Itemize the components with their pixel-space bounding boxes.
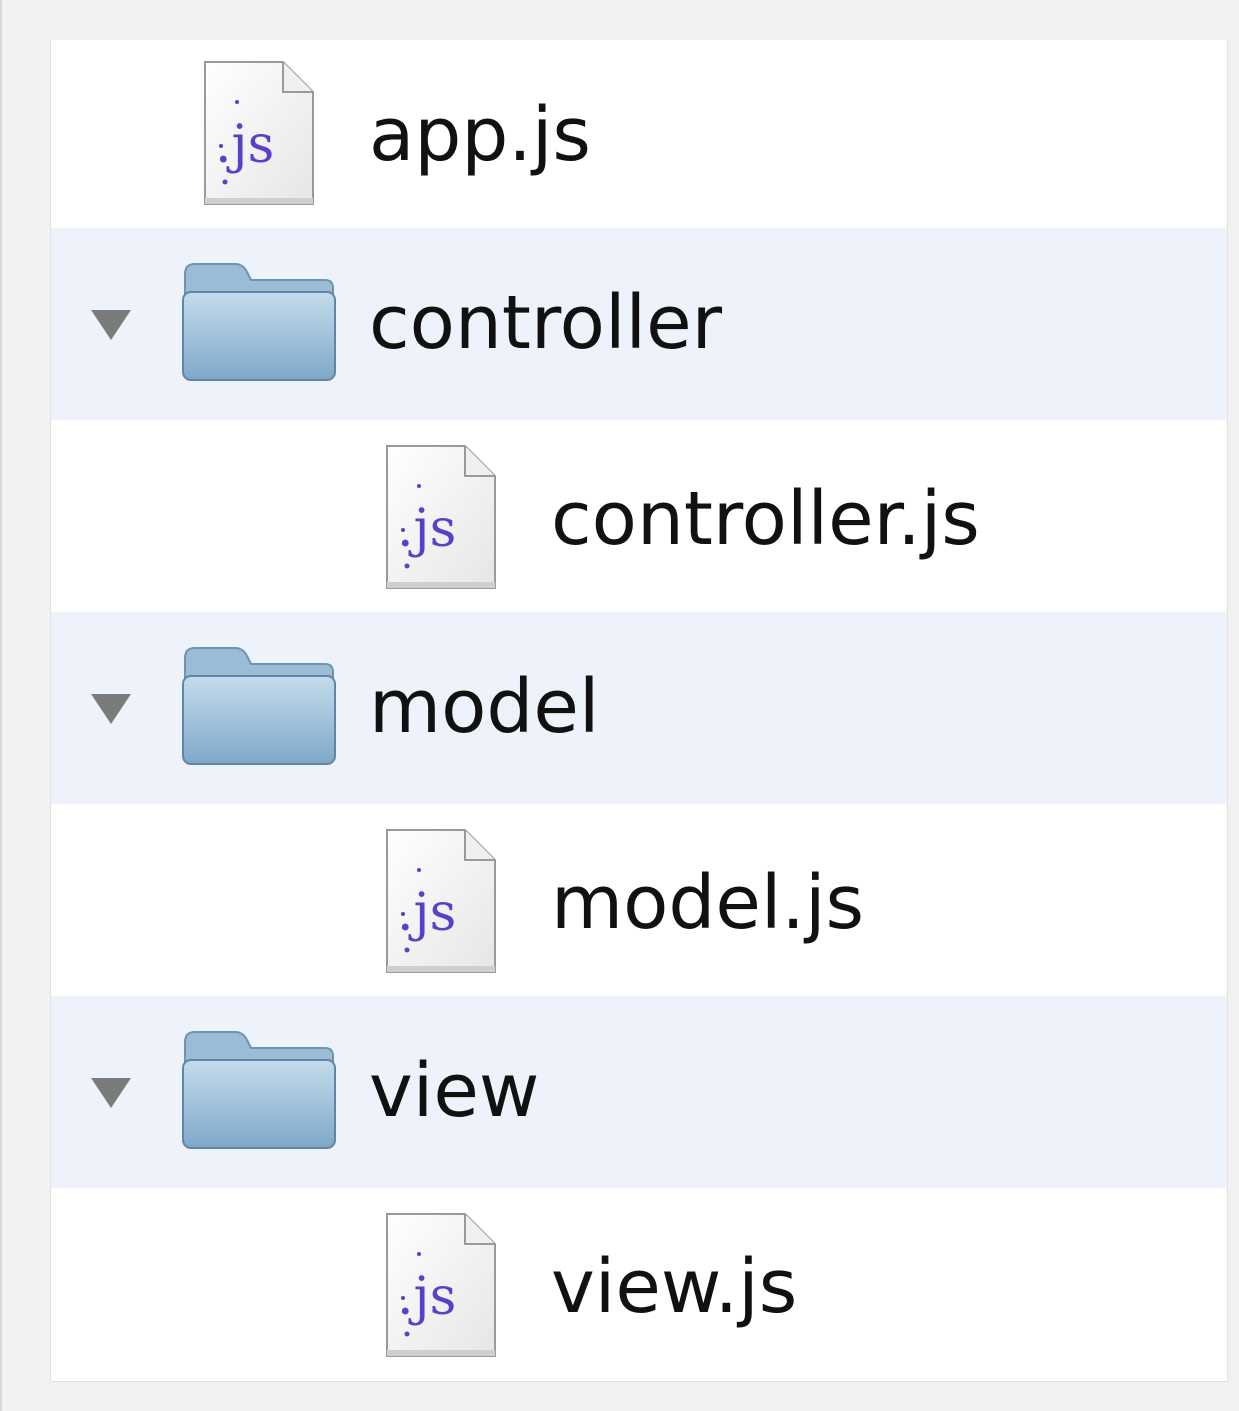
file-browser-window: .js app.js controller .js controller.js … (0, 0, 1239, 1411)
file-row-view-js[interactable]: .js view.js (51, 1188, 1227, 1380)
file-tree: .js app.js controller .js controller.js … (50, 40, 1228, 1382)
file-label: view.js (551, 1244, 798, 1330)
folder-label: view (369, 1048, 540, 1134)
js-file-icon: .js (386, 1213, 496, 1357)
file-label: app.js (369, 92, 591, 178)
file-label: controller.js (551, 476, 980, 562)
disclosure-triangle-icon[interactable] (91, 310, 131, 340)
folder-icon (182, 1031, 336, 1149)
file-label: model.js (551, 860, 865, 946)
disclosure-triangle-icon[interactable] (91, 1078, 131, 1108)
js-icon-text: .js (397, 1267, 456, 1327)
folder-row-model[interactable]: model (51, 612, 1227, 804)
file-row-app-js[interactable]: .js app.js (51, 40, 1227, 228)
file-row-model-js[interactable]: .js model.js (51, 804, 1227, 996)
folder-row-controller[interactable]: controller (51, 228, 1227, 420)
folder-label: controller (369, 280, 723, 366)
js-file-icon: .js (386, 445, 496, 589)
js-icon-text: .js (397, 499, 456, 559)
folder-icon (182, 263, 336, 381)
folder-icon (182, 647, 336, 765)
js-file-icon: .js (204, 61, 314, 205)
folder-label: model (369, 664, 600, 750)
disclosure-triangle-icon[interactable] (91, 694, 131, 724)
folder-row-view[interactable]: view (51, 996, 1227, 1188)
js-file-icon: .js (386, 829, 496, 973)
js-icon-text: .js (397, 883, 456, 943)
file-row-controller-js[interactable]: .js controller.js (51, 420, 1227, 612)
js-icon-text: .js (215, 115, 274, 175)
